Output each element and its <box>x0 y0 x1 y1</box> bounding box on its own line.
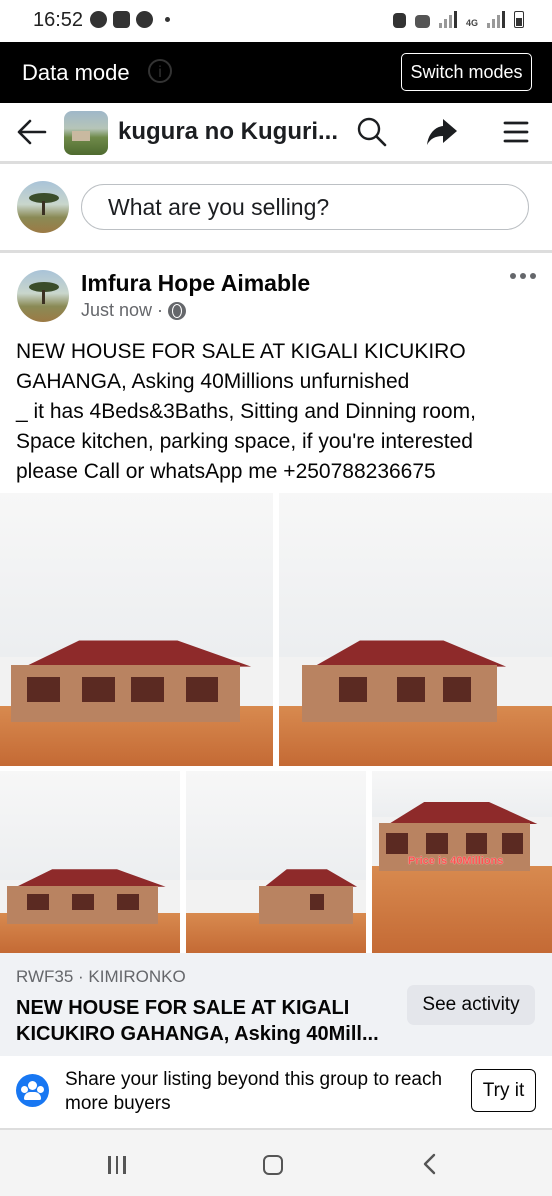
post-meta: Just now · <box>81 300 187 321</box>
status-bar: 16:52 4G <box>0 0 552 42</box>
instagram-notification-icon <box>113 11 130 28</box>
post-body: NEW HOUSE FOR SALE AT KIGALI KICUKIRO GA… <box>16 340 476 483</box>
mute-icon <box>414 15 430 28</box>
more-notifications-dot-icon <box>165 17 170 22</box>
alarm-icon <box>392 13 406 28</box>
system-indicators: 4G <box>392 11 524 28</box>
photo-5[interactable]: Price is 40Millions <box>372 771 552 953</box>
recent-apps-icon[interactable] <box>108 1156 126 1174</box>
author-name[interactable]: Imfura Hope Aimable <box>81 270 310 297</box>
signal-icon-2 <box>487 11 505 28</box>
search-icon[interactable] <box>355 115 389 149</box>
facebook-notification-icon <box>90 11 107 28</box>
home-icon[interactable] <box>263 1155 283 1175</box>
people-icon <box>16 1074 49 1107</box>
photo-grid: Price is 40Millions <box>0 493 552 953</box>
back-arrow-icon[interactable] <box>15 115 49 149</box>
photo-4[interactable] <box>186 771 366 953</box>
globe-icon <box>168 301 187 320</box>
notification-icons <box>90 11 170 28</box>
listing-price-location: RWF35 · KIMIRONKO <box>16 967 186 986</box>
photo-1[interactable] <box>0 493 273 766</box>
info-icon[interactable]: i <box>148 59 172 83</box>
network-type: 4G <box>465 18 478 28</box>
group-title[interactable]: kugura no Kuguri... <box>118 118 338 146</box>
share-arrow-icon[interactable] <box>425 115 459 149</box>
clock: 16:52 <box>33 9 84 31</box>
listing-composer: What are you selling? <box>0 164 552 253</box>
data-mode-bar: Data mode i Switch modes <box>0 42 552 103</box>
what-are-you-selling-input[interactable]: What are you selling? <box>81 184 529 230</box>
try-it-button[interactable]: Try it <box>471 1069 536 1112</box>
system-nav-bar <box>0 1130 552 1196</box>
author-avatar[interactable] <box>17 270 69 322</box>
post-header: Imfura Hope Aimable Just now · <box>0 253 552 331</box>
battery-icon <box>514 11 524 28</box>
menu-icon[interactable] <box>499 115 533 149</box>
post-timestamp[interactable]: Just now <box>81 300 152 321</box>
group-thumbnail[interactable] <box>64 111 108 155</box>
photo-price-overlay: Price is 40Millions <box>408 855 504 867</box>
group-nav-bar: kugura no Kuguri... <box>0 103 552 164</box>
listing-summary[interactable]: RWF35 · KIMIRONKO NEW HOUSE FOR SALE AT … <box>0 953 552 1056</box>
signal-icon <box>438 11 457 28</box>
facebook-notification-icon-2 <box>136 11 153 28</box>
switch-modes-button[interactable]: Switch modes <box>401 53 532 91</box>
avatar[interactable] <box>17 181 69 233</box>
more-options-icon[interactable] <box>510 273 536 279</box>
meta-separator: · <box>157 300 164 320</box>
back-icon[interactable] <box>420 1153 440 1175</box>
share-listing-prompt: Share your listing beyond this group to … <box>0 1056 552 1130</box>
listing-title[interactable]: NEW HOUSE FOR SALE AT KIGALI KICUKIRO GA… <box>16 995 394 1047</box>
photo-3[interactable] <box>0 771 180 953</box>
share-prompt-text: Share your listing beyond this group to … <box>65 1069 443 1114</box>
data-mode-label: Data mode <box>22 60 130 85</box>
photo-2[interactable] <box>279 493 552 766</box>
see-activity-button[interactable]: See activity <box>407 985 535 1025</box>
